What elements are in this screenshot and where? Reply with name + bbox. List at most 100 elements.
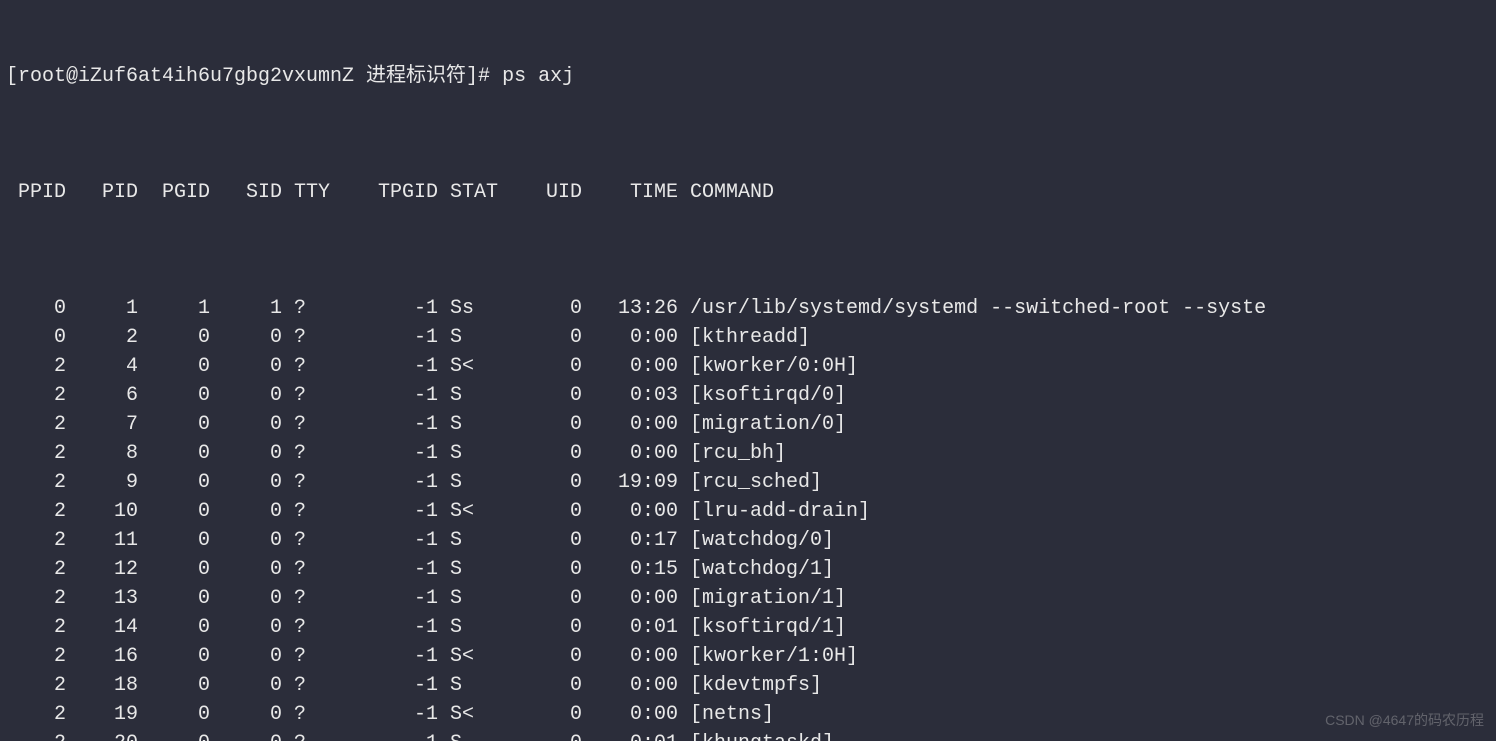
cell-tpgid: -1 bbox=[342, 729, 438, 741]
cell-pid: 2 bbox=[66, 323, 138, 352]
cell-uid: 0 bbox=[510, 410, 582, 439]
cell-command: [kworker/0:0H] bbox=[678, 352, 858, 381]
cell-uid: 0 bbox=[510, 294, 582, 323]
cell-ppid: 2 bbox=[6, 613, 66, 642]
cell-pgid: 0 bbox=[138, 323, 210, 352]
cell-uid: 0 bbox=[510, 671, 582, 700]
cell-tty: ? bbox=[282, 526, 342, 555]
cell-tty: ? bbox=[282, 613, 342, 642]
cell-tty: ? bbox=[282, 468, 342, 497]
cell-tpgid: -1 bbox=[342, 671, 438, 700]
cell-stat: S bbox=[438, 439, 510, 468]
cell-sid: 0 bbox=[210, 381, 282, 410]
cell-time: 19:09 bbox=[582, 468, 678, 497]
cell-ppid: 2 bbox=[6, 642, 66, 671]
process-row: 21400?-1S00:01[ksoftirqd/1] bbox=[6, 613, 1490, 642]
cell-uid: 0 bbox=[510, 381, 582, 410]
cell-tpgid: -1 bbox=[342, 584, 438, 613]
cell-pid: 12 bbox=[66, 555, 138, 584]
cell-uid: 0 bbox=[510, 526, 582, 555]
cell-uid: 0 bbox=[510, 439, 582, 468]
cell-tpgid: -1 bbox=[342, 497, 438, 526]
cell-time: 0:00 bbox=[582, 671, 678, 700]
cell-pid: 11 bbox=[66, 526, 138, 555]
process-row: 0111?-1Ss013:26/usr/lib/systemd/systemd … bbox=[6, 294, 1490, 323]
process-row: 2600?-1S00:03[ksoftirqd/0] bbox=[6, 381, 1490, 410]
cell-tty: ? bbox=[282, 700, 342, 729]
cell-pgid: 0 bbox=[138, 381, 210, 410]
cell-tpgid: -1 bbox=[342, 410, 438, 439]
cell-command: [khungtaskd] bbox=[678, 729, 834, 741]
cell-pid: 10 bbox=[66, 497, 138, 526]
cell-tty: ? bbox=[282, 410, 342, 439]
cell-command: [netns] bbox=[678, 700, 774, 729]
cell-pid: 9 bbox=[66, 468, 138, 497]
cell-tpgid: -1 bbox=[342, 642, 438, 671]
cell-tpgid: -1 bbox=[342, 439, 438, 468]
cell-ppid: 2 bbox=[6, 526, 66, 555]
cell-ppid: 2 bbox=[6, 381, 66, 410]
cell-command: [ksoftirqd/1] bbox=[678, 613, 846, 642]
cell-time: 0:15 bbox=[582, 555, 678, 584]
cell-command: /usr/lib/systemd/systemd --switched-root… bbox=[678, 294, 1266, 323]
cell-sid: 0 bbox=[210, 700, 282, 729]
cell-tty: ? bbox=[282, 294, 342, 323]
process-row: 21000?-1S<00:00[lru-add-drain] bbox=[6, 497, 1490, 526]
cell-ppid: 2 bbox=[6, 439, 66, 468]
cell-time: 0:00 bbox=[582, 439, 678, 468]
cell-command: [rcu_bh] bbox=[678, 439, 786, 468]
cell-ppid: 2 bbox=[6, 584, 66, 613]
cell-tty: ? bbox=[282, 584, 342, 613]
cell-pgid: 0 bbox=[138, 410, 210, 439]
header-row: PPID PID PGID SID TTY TPGID STAT UID TIM… bbox=[6, 178, 1490, 207]
cell-ppid: 2 bbox=[6, 671, 66, 700]
cell-stat: S bbox=[438, 613, 510, 642]
cell-tpgid: -1 bbox=[342, 613, 438, 642]
cell-uid: 0 bbox=[510, 642, 582, 671]
col-header-sid: SID bbox=[210, 178, 282, 207]
cell-uid: 0 bbox=[510, 613, 582, 642]
cell-ppid: 0 bbox=[6, 323, 66, 352]
cell-sid: 0 bbox=[210, 671, 282, 700]
cell-sid: 0 bbox=[210, 555, 282, 584]
cell-stat: S bbox=[438, 671, 510, 700]
cell-sid: 0 bbox=[210, 352, 282, 381]
cell-pgid: 0 bbox=[138, 526, 210, 555]
cell-uid: 0 bbox=[510, 497, 582, 526]
cell-stat: S bbox=[438, 381, 510, 410]
cell-ppid: 2 bbox=[6, 468, 66, 497]
process-row: 2800?-1S00:00[rcu_bh] bbox=[6, 439, 1490, 468]
cell-tpgid: -1 bbox=[342, 700, 438, 729]
terminal-output[interactable]: [root@iZuf6at4ih6u7gbg2vxumnZ 进程标识符]# ps… bbox=[0, 0, 1496, 741]
cell-time: 0:00 bbox=[582, 642, 678, 671]
cell-sid: 0 bbox=[210, 468, 282, 497]
cell-sid: 0 bbox=[210, 497, 282, 526]
cell-pgid: 0 bbox=[138, 671, 210, 700]
cell-pid: 13 bbox=[66, 584, 138, 613]
cell-command: [lru-add-drain] bbox=[678, 497, 870, 526]
cell-pgid: 0 bbox=[138, 555, 210, 584]
process-row: 2400?-1S<00:00[kworker/0:0H] bbox=[6, 352, 1490, 381]
cell-uid: 0 bbox=[510, 700, 582, 729]
cell-time: 0:00 bbox=[582, 410, 678, 439]
cell-pid: 1 bbox=[66, 294, 138, 323]
cell-time: 0:01 bbox=[582, 729, 678, 741]
process-row: 21100?-1S00:17[watchdog/0] bbox=[6, 526, 1490, 555]
col-header-ppid: PPID bbox=[6, 178, 66, 207]
process-row: 21300?-1S00:00[migration/1] bbox=[6, 584, 1490, 613]
col-header-pid: PID bbox=[66, 178, 138, 207]
cell-pgid: 0 bbox=[138, 439, 210, 468]
cell-tty: ? bbox=[282, 352, 342, 381]
process-row: 21800?-1S00:00[kdevtmpfs] bbox=[6, 671, 1490, 700]
cell-tty: ? bbox=[282, 671, 342, 700]
cell-stat: S bbox=[438, 729, 510, 741]
cell-command: [kworker/1:0H] bbox=[678, 642, 858, 671]
cell-command: [migration/1] bbox=[678, 584, 846, 613]
watermark-text: CSDN @4647的码农历程 bbox=[1325, 706, 1484, 735]
cell-time: 0:00 bbox=[582, 700, 678, 729]
cell-stat: S< bbox=[438, 497, 510, 526]
cell-sid: 0 bbox=[210, 410, 282, 439]
cell-pid: 20 bbox=[66, 729, 138, 741]
cell-pgid: 0 bbox=[138, 584, 210, 613]
cell-pid: 8 bbox=[66, 439, 138, 468]
